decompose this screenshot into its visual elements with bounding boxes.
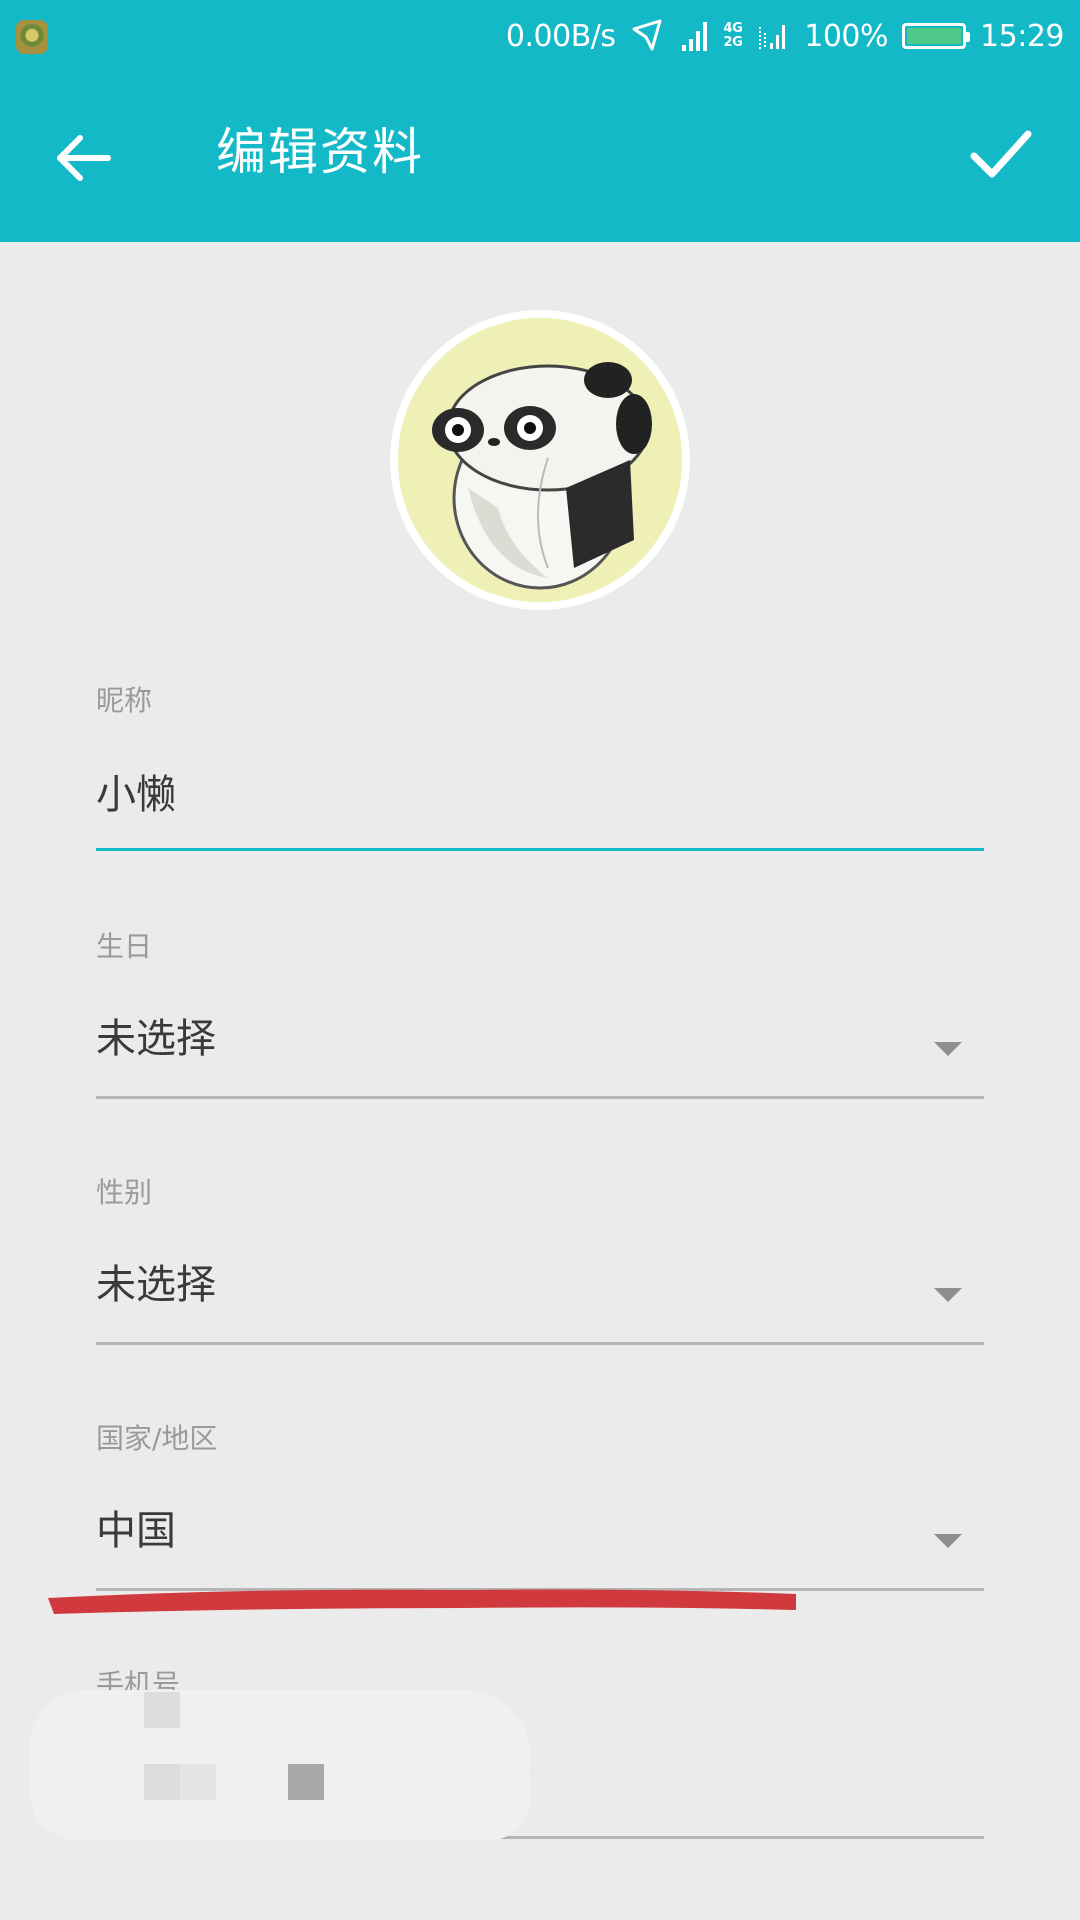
region-label: 国家/地区 — [96, 1422, 218, 1455]
arrow-left-icon — [57, 135, 111, 181]
nickname-underline — [96, 848, 984, 851]
avatar[interactable] — [390, 310, 690, 610]
nickname-field[interactable]: 昵称 小懒 — [96, 684, 984, 854]
dual-sim-signal-icon — [756, 19, 790, 53]
vibrate-icon — [630, 19, 666, 53]
battery-percent: 100% — [804, 18, 889, 54]
birthday-underline — [96, 1096, 984, 1099]
birthday-label: 生日 — [96, 930, 153, 963]
chevron-down-icon[interactable] — [934, 1534, 962, 1548]
check-icon — [970, 130, 1032, 178]
redaction-pixel — [144, 1764, 180, 1800]
annotation-red-stroke — [48, 1589, 796, 1614]
region-select[interactable]: 中国 — [96, 1506, 176, 1556]
signal-icon — [680, 19, 710, 53]
nickname-label: 昵称 — [96, 684, 153, 717]
region-field[interactable]: 国家/地区 中国 — [96, 1422, 984, 1592]
gender-field[interactable]: 性别 未选择 — [96, 1176, 984, 1346]
birthday-select[interactable]: 未选择 — [96, 1014, 216, 1064]
page-title: 编辑资料 — [216, 123, 424, 181]
chevron-down-icon[interactable] — [934, 1042, 962, 1056]
redaction-pixel — [180, 1764, 216, 1800]
birthday-field[interactable]: 生日 未选择 — [96, 930, 984, 1100]
clock: 15:29 — [980, 18, 1064, 54]
save-button[interactable] — [960, 114, 1040, 194]
app-icon — [16, 20, 48, 54]
redaction-pixel — [144, 1692, 180, 1728]
panda-avatar-image — [398, 318, 682, 602]
net-speed: 0.00B/s — [505, 18, 616, 54]
chevron-down-icon[interactable] — [934, 1288, 962, 1302]
gender-underline — [96, 1342, 984, 1345]
redaction-pixel — [288, 1764, 324, 1800]
status-indicators: 0.00B/s 4G 2G 100% 15:29 — [505, 14, 1065, 58]
status-bar: 0.00B/s 4G 2G 100% 15:29 — [0, 0, 1080, 72]
toolbar: 编辑资料 — [0, 72, 1080, 242]
nickname-input[interactable]: 小懒 — [96, 770, 176, 820]
gender-label: 性别 — [96, 1176, 153, 1209]
gender-select[interactable]: 未选择 — [96, 1260, 216, 1310]
back-button[interactable] — [44, 118, 124, 198]
network-type: 4G 2G — [724, 22, 743, 50]
network-type-bottom: 2G — [723, 35, 743, 50]
network-type-top: 4G — [723, 21, 743, 36]
battery-icon — [902, 23, 971, 49]
